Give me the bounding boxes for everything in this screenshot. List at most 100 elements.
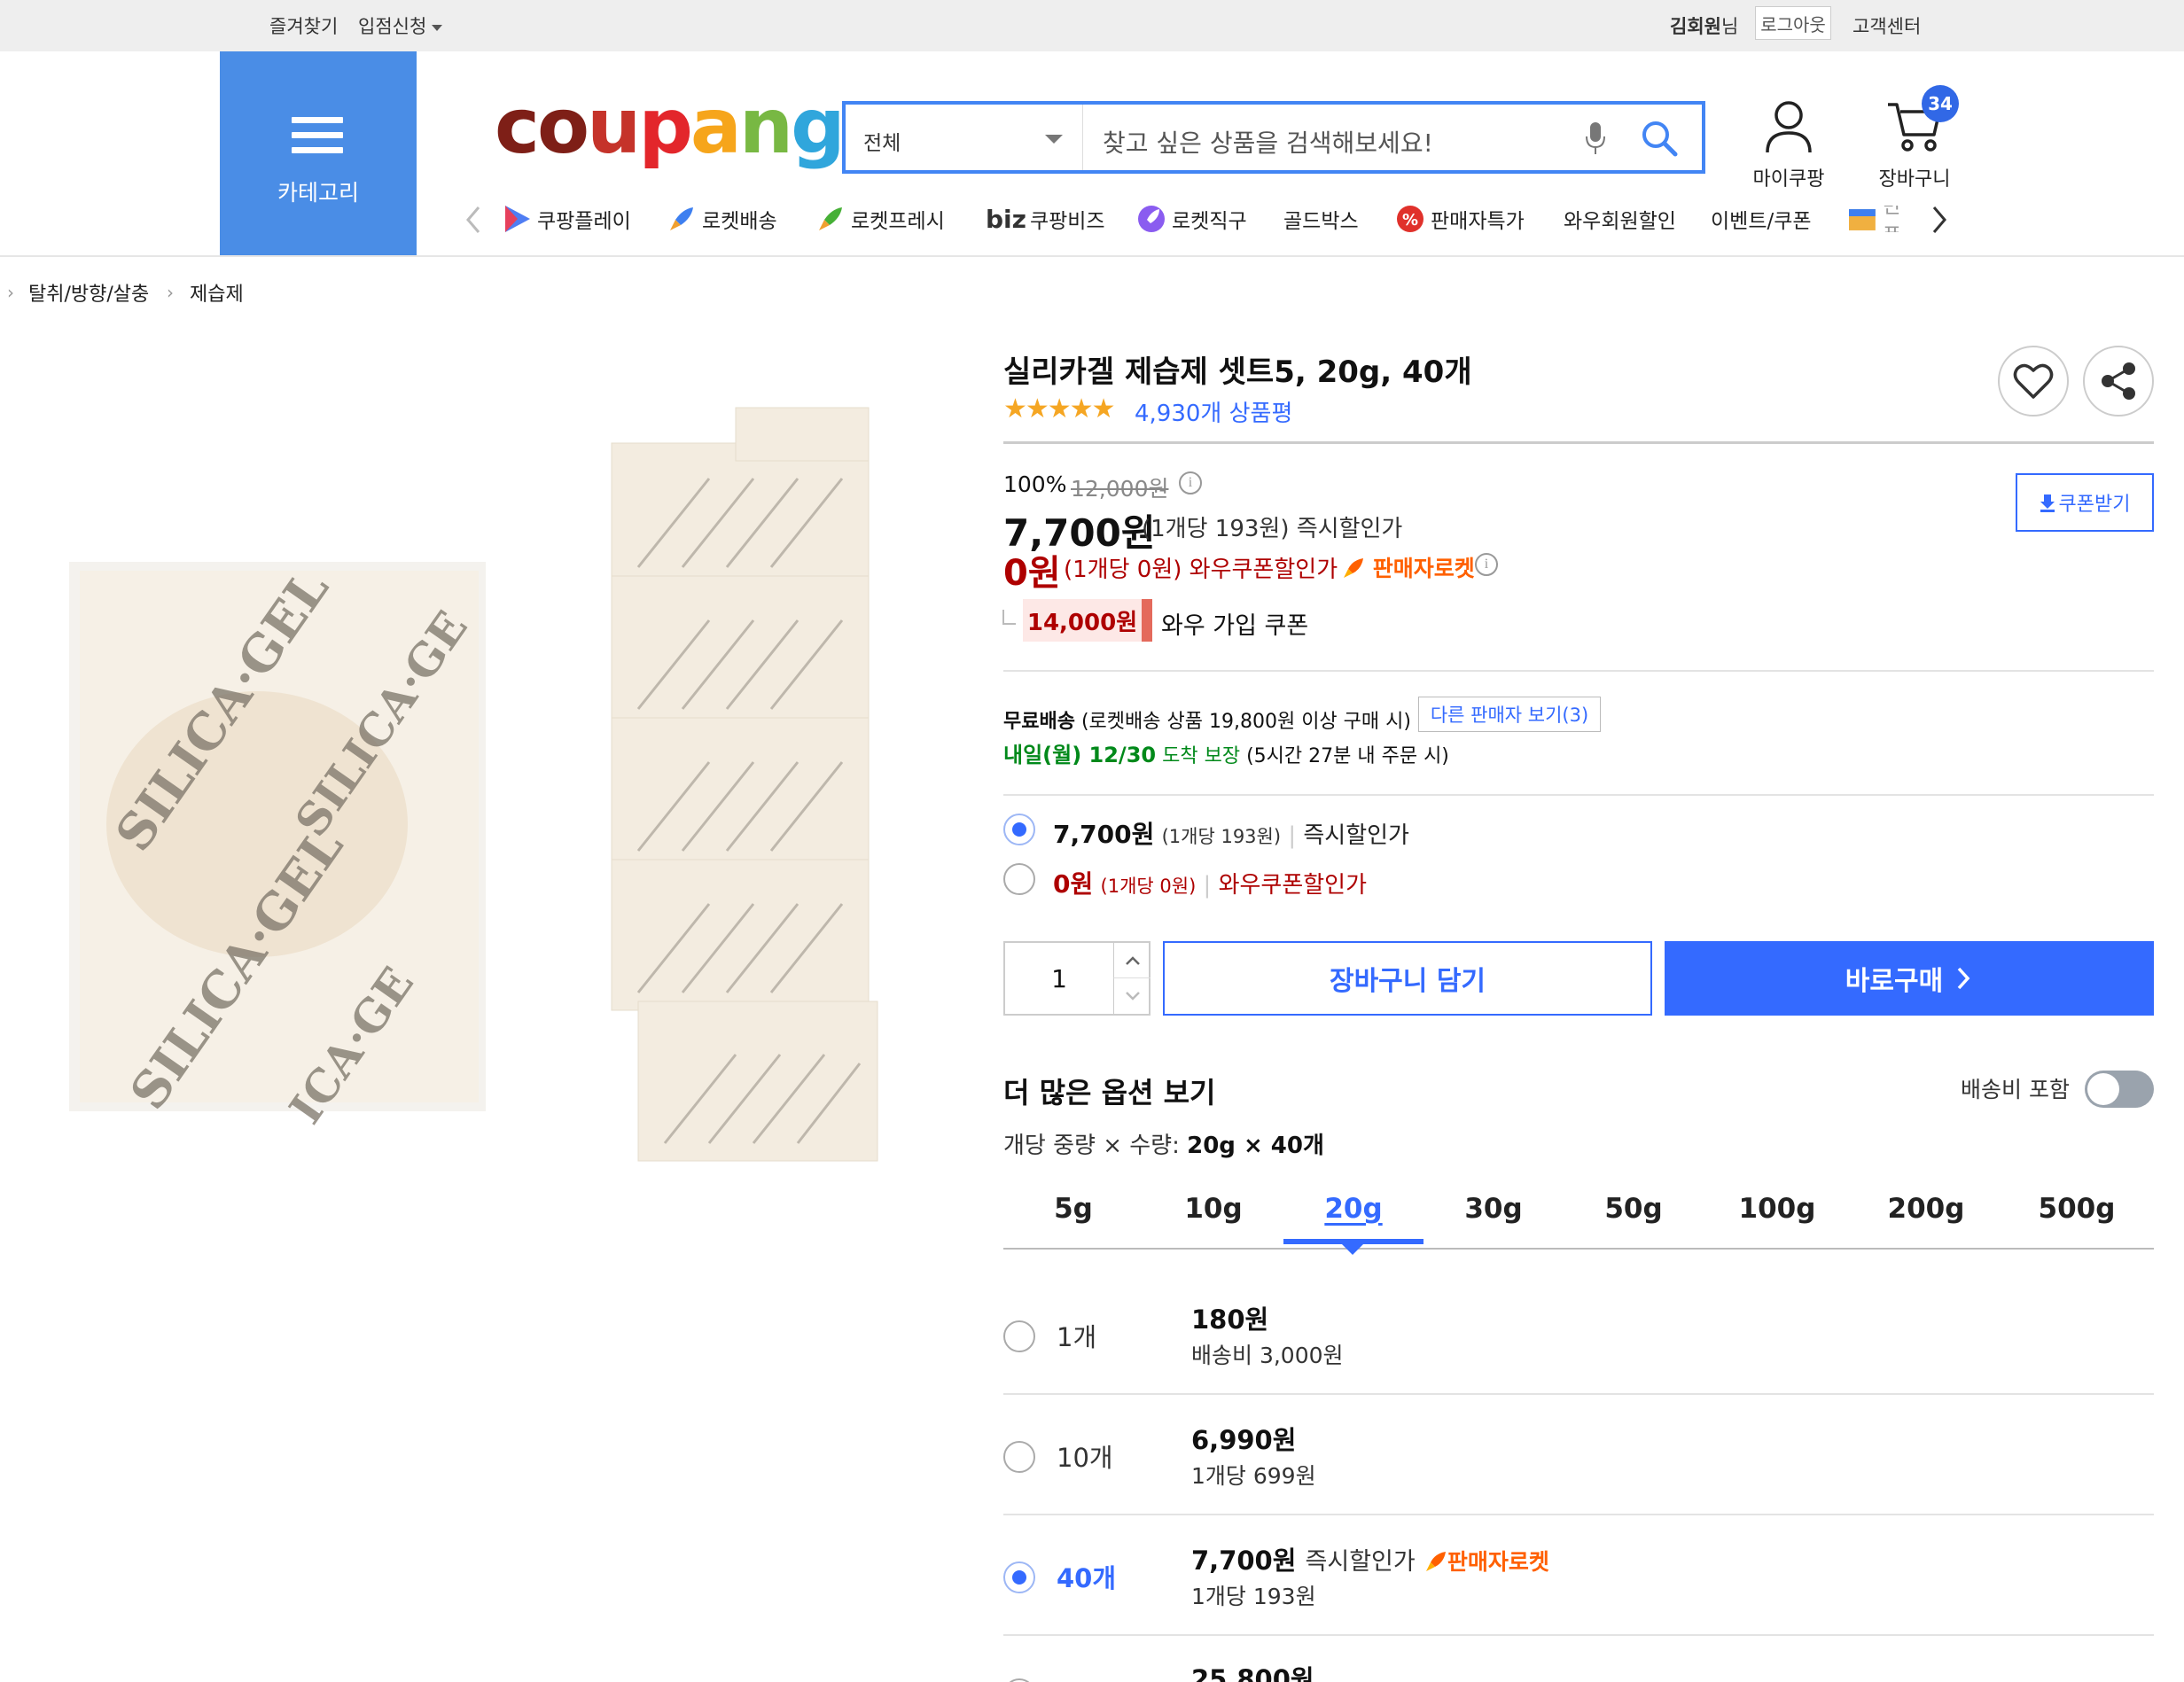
nav-coupang-biz[interactable]: biz 쿠팡비즈: [986, 205, 1105, 234]
product-title: 실리카겔 제습제 셋트5, 20g, 40개: [1003, 354, 1472, 390]
nav-rocket-delivery[interactable]: 로켓배송: [667, 206, 777, 233]
product-image-bulk-packs[interactable]: [603, 390, 886, 1214]
tab-weight-selected[interactable]: 20g: [1287, 1193, 1420, 1225]
search-category-select[interactable]: 전체: [846, 105, 1083, 170]
shipping-condition: (로켓배송 상품 19,800원 이상 구매 시): [1080, 711, 1411, 733]
seller-rocket-label: 판매자로켓: [1447, 1549, 1549, 1575]
nav-returns[interactable]: 반품: [1847, 206, 1920, 232]
tab-weight[interactable]: 100g: [1711, 1193, 1844, 1225]
option-sub-info: 1개당 193원: [1191, 1584, 1316, 1609]
nav-wow-discount[interactable]: 와우회원할인: [1564, 206, 1676, 233]
sub-item-corner-icon: [1002, 610, 1016, 625]
wow-unit-price: (1개당 0원): [1064, 557, 1182, 583]
unit-price: (1개당 193원): [1142, 516, 1290, 542]
review-count-link[interactable]: 4,930개 상품평: [1135, 395, 1292, 428]
nav-seller-deals[interactable]: % 판매자특가: [1395, 206, 1525, 233]
option-row-divider: [1003, 1634, 2154, 1636]
add-to-cart-button[interactable]: 장바구니 담기: [1163, 941, 1652, 1016]
info-icon[interactable]: i: [1179, 471, 1202, 494]
option-price: 25,800원: [1191, 1664, 1314, 1682]
option-quantity[interactable]: 10개: [1057, 1437, 1113, 1475]
price-option-radio[interactable]: [1003, 863, 1035, 895]
attribute-value: 20g × 40개: [1187, 1133, 1324, 1159]
tab-weight[interactable]: 200g: [1860, 1193, 1993, 1225]
star-rating: ★★★★★: [1003, 393, 1115, 424]
wishlist-button[interactable]: [1998, 346, 2069, 417]
breadcrumb-item[interactable]: 제습제: [190, 278, 244, 307]
option-radio[interactable]: [1003, 1320, 1035, 1352]
nav-goldbox[interactable]: 골드박스: [1283, 206, 1359, 233]
tab-divider: [1003, 1248, 2154, 1250]
option-row-divider: [1003, 1514, 2154, 1515]
option-radio[interactable]: [1003, 1678, 1035, 1682]
seller-apply-link[interactable]: 입점신청: [358, 12, 443, 39]
option-price: 180원: [1191, 1304, 1269, 1335]
attribute-summary: 개당 중량 × 수량: 20g × 40개: [1003, 1127, 1324, 1160]
nav-coupang-play[interactable]: 쿠팡플레이: [502, 206, 631, 233]
seller-rocket-label: 판매자로켓: [1372, 556, 1475, 581]
wow-price-detail: (1개당 0원) 와우쿠폰할인가: [1064, 551, 1338, 584]
option-radio[interactable]: [1003, 1441, 1035, 1473]
option-price-value: 7,700원: [1191, 1546, 1297, 1576]
price-option-price: 7,700원: [1053, 820, 1155, 849]
chevron-right-icon: ›: [7, 282, 14, 303]
quantity-decrease-button[interactable]: [1113, 978, 1150, 1014]
share-icon: [2102, 362, 2135, 400]
nav-label: 로켓프레시: [851, 210, 945, 233]
share-button[interactable]: [2083, 346, 2154, 417]
tab-weight[interactable]: 30g: [1427, 1193, 1560, 1225]
logo-letter: u: [587, 82, 641, 171]
coupang-logo[interactable]: coupang: [495, 89, 846, 165]
price-option-radio[interactable]: [1003, 814, 1035, 845]
option-quantity-selected[interactable]: 40개: [1057, 1558, 1116, 1595]
bookmark-link[interactable]: 즐겨찾기: [269, 12, 338, 39]
category-menu-button[interactable]: 카테고리: [220, 51, 417, 255]
quantity-input[interactable]: 1: [1005, 943, 1113, 1014]
nav-prev-icon[interactable]: [464, 204, 482, 236]
nav-label: 이벤트/쿠폰: [1711, 210, 1812, 233]
option-price: 7,700원 즉시할인가 판매자로켓: [1191, 1540, 1549, 1577]
section-divider: [1003, 794, 2154, 796]
tab-weight[interactable]: 10g: [1147, 1193, 1280, 1225]
get-coupon-button[interactable]: 쿠폰받기: [2016, 473, 2154, 532]
info-icon[interactable]: i: [1475, 553, 1498, 576]
option-quantity[interactable]: 1개: [1057, 1317, 1096, 1354]
nav-rocket-fresh[interactable]: 로켓프레시: [815, 206, 945, 233]
search-icon[interactable]: [1640, 119, 1679, 158]
tab-weight[interactable]: 5g: [1007, 1193, 1140, 1225]
option-radio-selected[interactable]: [1003, 1561, 1035, 1593]
buy-now-button[interactable]: 바로구매: [1665, 941, 2154, 1016]
shipping-included-toggle[interactable]: [2085, 1071, 2154, 1108]
price-option-price: 0원: [1053, 869, 1094, 899]
nav-rocket-global[interactable]: 로켓직구: [1136, 206, 1247, 233]
user-name: 김회원: [1670, 16, 1721, 37]
other-sellers-button[interactable]: 다른 판매자 보기(3): [1418, 697, 1601, 732]
search-input[interactable]: 찾고 싶은 상품을 검색해보세요!: [1103, 124, 1433, 160]
customer-center-link[interactable]: 고객센터: [1852, 12, 1921, 39]
shipping-info: 무료배송 (로켓배송 상품 19,800원 이상 구매 시): [1003, 705, 1411, 734]
logout-button[interactable]: 로그아웃: [1755, 6, 1831, 40]
option-row-divider: [1003, 1393, 2154, 1395]
tab-weight[interactable]: 500g: [2010, 1193, 2143, 1225]
my-coupang-button[interactable]: 마이쿠팡: [1744, 99, 1833, 191]
product-image-single-pack[interactable]: SILICA·GEL SILICA·GE SILICA·GEL ICA·GE: [62, 558, 496, 1125]
order-deadline: (5시간 27분 내 주문 시): [1246, 745, 1449, 767]
attribute-label: 개당 중량 × 수량:: [1003, 1133, 1180, 1159]
svg-text:%: %: [1402, 211, 1418, 230]
dropdown-arrow-icon: [1045, 135, 1063, 144]
user-greeting: 김회원님: [1670, 12, 1738, 39]
breadcrumb-item[interactable]: 탈취/방향/살충: [28, 278, 149, 307]
seller-rocket-icon: [1425, 1552, 1446, 1571]
seller-apply-label: 입점신청: [358, 16, 427, 37]
nav-events-coupons[interactable]: 이벤트/쿠폰: [1711, 206, 1812, 233]
logo-letter: g: [791, 82, 846, 171]
quantity-increase-button[interactable]: [1113, 943, 1150, 978]
microphone-icon[interactable]: [1585, 121, 1606, 156]
chevron-right-icon: ›: [167, 282, 174, 303]
tab-weight[interactable]: 50g: [1567, 1193, 1700, 1225]
chevron-down-icon: [1125, 992, 1140, 1001]
nav-label: 반품: [1882, 206, 1902, 232]
nav-next-icon[interactable]: [1930, 204, 1948, 236]
wow-price: 0원: [1003, 553, 1061, 594]
quantity-stepper: 1: [1003, 941, 1150, 1016]
